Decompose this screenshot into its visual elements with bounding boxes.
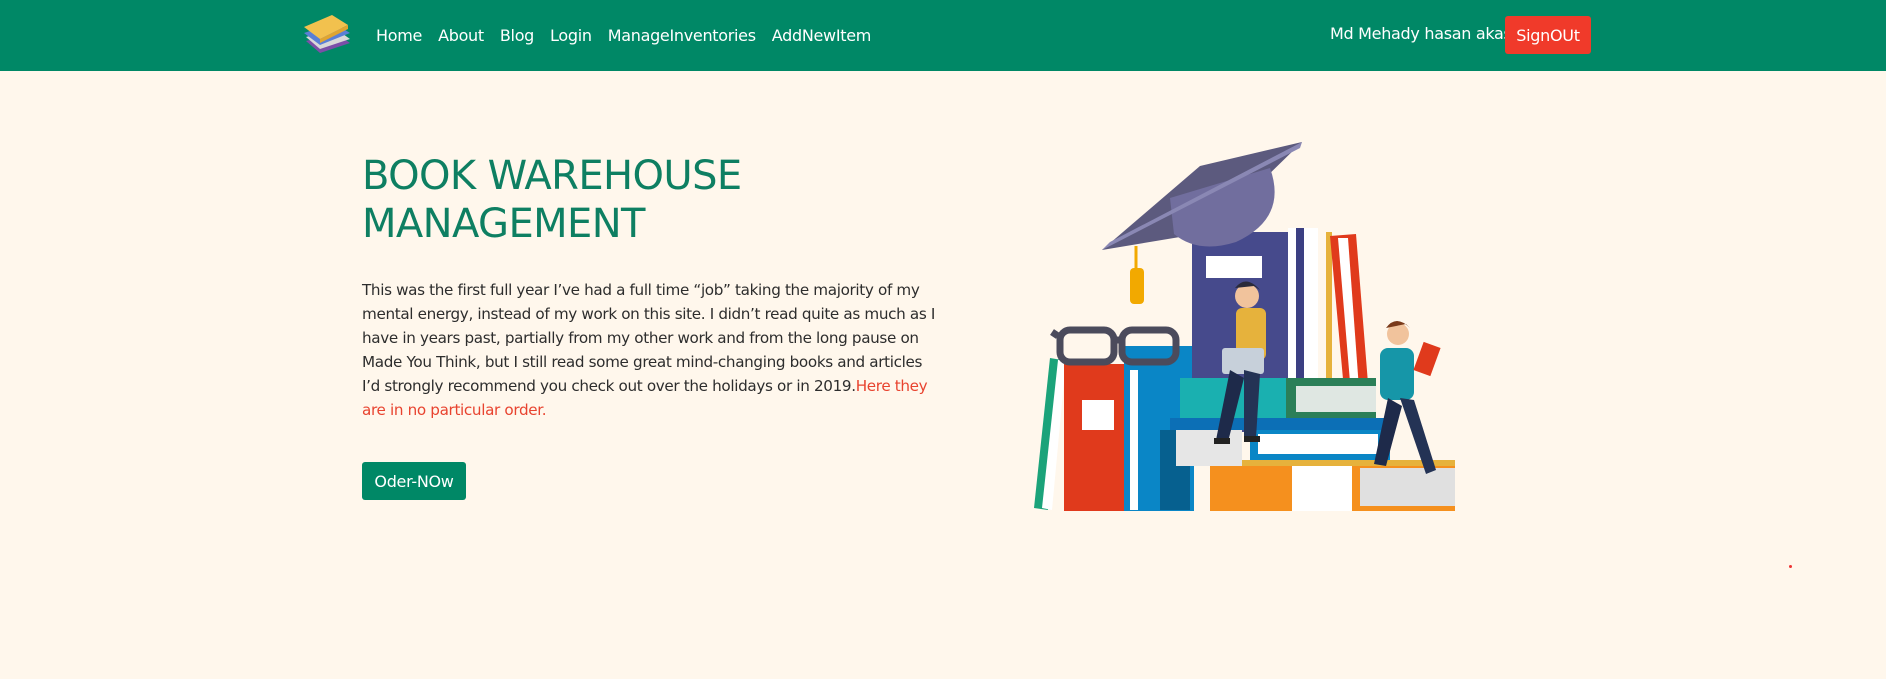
page-title: BOOK WAREHOUSE MANAGEMENT (362, 153, 742, 247)
nav-blog-link[interactable]: Blog (500, 26, 534, 45)
nav-about-link[interactable]: About (438, 26, 484, 45)
nav-manage-inventories-link[interactable]: ManageInventories (608, 26, 756, 45)
nav-add-new-item-link[interactable]: AddNewItem (772, 26, 872, 45)
signout-button[interactable]: SignOUt (1505, 16, 1591, 54)
books-logo-icon[interactable] (302, 11, 354, 59)
decorative-dot (1789, 565, 1792, 568)
nav-links: Home About Blog Login ManageInventories … (376, 0, 887, 71)
hero-body-text: This was the first full year I’ve had a … (362, 281, 935, 395)
nav-home-link[interactable]: Home (376, 26, 422, 45)
hero-description: This was the first full year I’ve had a … (362, 278, 942, 422)
order-now-button[interactable]: Oder-NOw (362, 462, 466, 500)
nav-login-link[interactable]: Login (550, 26, 592, 45)
navbar: Home About Blog Login ManageInventories … (0, 0, 1886, 71)
user-name: Md Mehady hasan akash (1330, 24, 1522, 43)
books-illustration (1034, 142, 1455, 511)
person-reading-icon (1374, 321, 1441, 474)
